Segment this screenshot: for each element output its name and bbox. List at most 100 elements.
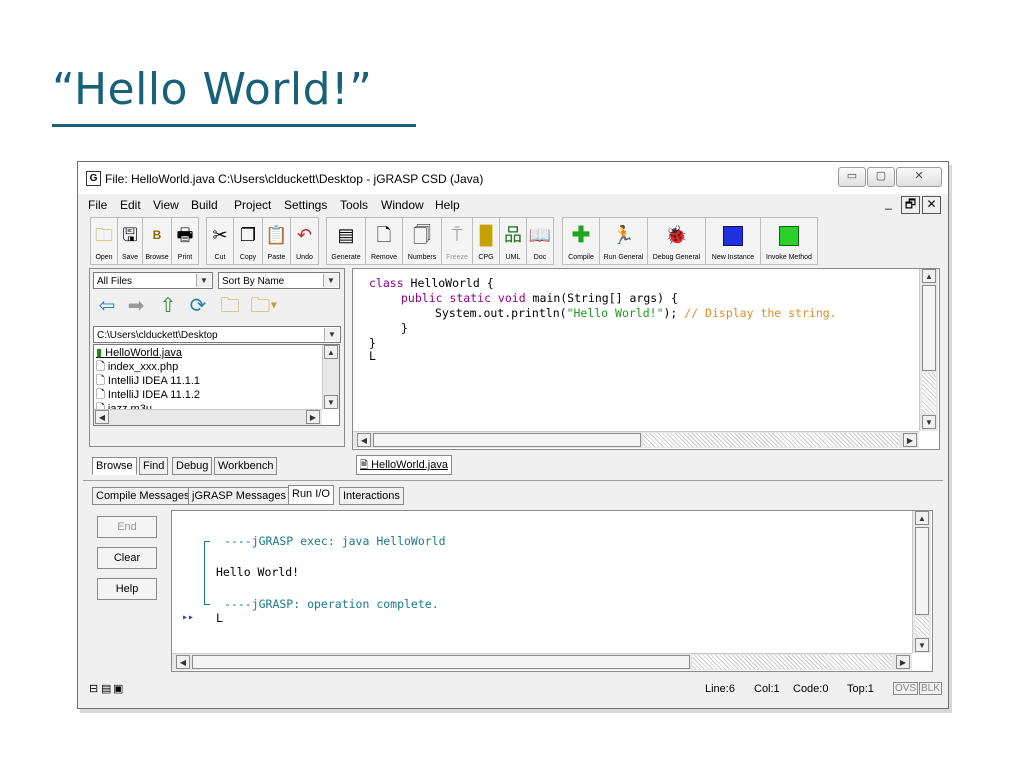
open-button[interactable]: 🗀 Open	[90, 217, 118, 265]
scroll-right-icon[interactable]: ▶	[306, 410, 320, 424]
window-title: File: HelloWorld.java C:\Users\clduckett…	[105, 172, 484, 186]
code-line: class HelloWorld {	[369, 276, 494, 290]
menu-settings[interactable]: Settings	[284, 198, 327, 212]
panel-divider[interactable]	[83, 480, 943, 483]
help-button[interactable]: Help	[97, 578, 157, 600]
title-underline	[52, 124, 416, 127]
menu-edit[interactable]: Edit	[120, 198, 141, 212]
file-icon: 🗋	[96, 361, 105, 373]
title-bar[interactable]: G File: HelloWorld.java C:\Users\clducke…	[78, 162, 948, 194]
save-button[interactable]: 🖫 Save	[117, 217, 143, 265]
cpg-button[interactable]: ▐▌ CPG	[472, 217, 500, 265]
debug-general-button[interactable]: 🐞 Debug General	[647, 217, 706, 265]
scroll-up-icon[interactable]: ▲	[324, 345, 338, 359]
browser-tabs: Browse Find Debug Workbench	[92, 457, 352, 475]
numbers-icon: 🗍	[413, 225, 431, 245]
clear-button[interactable]: Clear	[97, 547, 157, 569]
back-arrow-icon[interactable]: ⇦	[93, 293, 121, 319]
run-general-button[interactable]: 🏃 Run General	[599, 217, 648, 265]
tab-workbench[interactable]: Workbench	[214, 457, 278, 475]
scroll-left-icon[interactable]: ◀	[176, 655, 190, 669]
code-editor[interactable]: class HelloWorld { public static void ma…	[352, 268, 940, 450]
paste-button[interactable]: 📋 Paste	[262, 217, 291, 265]
compile-button[interactable]: ✚ Compile	[562, 217, 600, 265]
scroll-down-icon[interactable]: ▼	[324, 395, 338, 409]
editor-hscrollbar[interactable]: ◀ ▶	[353, 431, 919, 448]
scroll-track[interactable]	[692, 655, 892, 669]
remove-button[interactable]: 🗋 Remove	[365, 217, 403, 265]
menu-view[interactable]: View	[153, 198, 179, 212]
scroll-left-icon[interactable]: ◀	[357, 433, 371, 447]
undo-button[interactable]: ↶ Undo	[290, 217, 319, 265]
copy-icon: ❐	[239, 225, 257, 245]
scroll-up-icon[interactable]: ▲	[922, 269, 936, 283]
layout-toggle-icon[interactable]: ▣	[113, 682, 123, 695]
scroll-up-icon[interactable]: ▲	[915, 511, 929, 525]
refresh-icon[interactable]: ⟳	[184, 293, 212, 319]
freeze-button[interactable]: ⍑ Freeze	[441, 217, 473, 265]
console-line: ----jGRASP exec: java HelloWorld	[224, 534, 446, 548]
file-icon: 🗋	[96, 389, 105, 401]
console-hscrollbar[interactable]: ◀ ▶	[172, 653, 912, 670]
cut-button[interactable]: ✂ Cut	[206, 217, 234, 265]
list-item[interactable]: 🗋 IntelliJ IDEA 11.1.2	[96, 388, 200, 402]
up-folder-icon[interactable]: ⇧	[154, 293, 182, 319]
tab-debug[interactable]: Debug	[172, 457, 213, 475]
scroll-thumb[interactable]	[915, 527, 929, 615]
menu-help[interactable]: Help	[435, 198, 460, 212]
scroll-thumb[interactable]	[192, 655, 690, 669]
tab-browse[interactable]: Browse	[92, 457, 137, 475]
mdi-minimize-button[interactable]: _	[880, 196, 897, 212]
folder-icon[interactable]: 🗀	[216, 293, 244, 319]
file-list-hscrollbar[interactable]: ◀ ▶	[94, 409, 322, 425]
close-button[interactable]: ✕	[896, 167, 942, 187]
menu-project[interactable]: Project	[234, 198, 271, 212]
menu-tools[interactable]: Tools	[340, 198, 368, 212]
menu-file[interactable]: File	[88, 198, 107, 212]
invoke-method-button[interactable]: Invoke Method	[760, 217, 818, 265]
list-item[interactable]: 🗋 IntelliJ IDEA 11.1.1	[96, 374, 200, 388]
generate-button[interactable]: ▤ Generate	[326, 217, 366, 265]
minimize-button[interactable]: ▭	[838, 167, 866, 187]
sort-select[interactable]: Sort By Name ▼	[218, 272, 340, 289]
layout-toggle-icon[interactable]: ⊟	[89, 682, 98, 695]
scroll-thumb[interactable]	[373, 433, 641, 447]
chevron-down-icon: ▼	[323, 274, 338, 287]
list-item[interactable]: ▮ HelloWorld.java	[96, 346, 182, 360]
mdi-restore-button[interactable]: 🗗	[901, 196, 920, 214]
console-output[interactable]: ----jGRASP exec: java HelloWorld Hello W…	[171, 510, 933, 672]
scroll-right-icon[interactable]: ▶	[896, 655, 910, 669]
scroll-left-icon[interactable]: ◀	[95, 410, 109, 424]
tab-find[interactable]: Find	[139, 457, 169, 475]
scroll-track[interactable]	[915, 617, 929, 637]
layout-toggle-icon[interactable]: ▤	[101, 682, 111, 695]
forward-arrow-icon[interactable]: ➡	[122, 293, 150, 319]
menu-window[interactable]: Window	[381, 198, 424, 212]
mdi-close-button[interactable]: ✕	[922, 196, 941, 214]
list-item[interactable]: 🗋 index_xxx.php	[96, 360, 178, 374]
scroll-right-icon[interactable]: ▶	[903, 433, 917, 447]
path-select[interactable]: C:\Users\clduckett\Desktop ▼	[93, 326, 341, 343]
file-list-scrollbar[interactable]: ▲ ▼	[322, 345, 339, 409]
menu-build[interactable]: Build	[191, 198, 218, 212]
new-instance-button[interactable]: New Instance	[705, 217, 761, 265]
tab-helloworld-java[interactable]: 🗎 HelloWorld.java	[356, 455, 452, 475]
folder-menu-icon[interactable]: 🗀▾	[246, 293, 282, 319]
browse-button[interactable]: B Browse	[142, 217, 172, 265]
scroll-down-icon[interactable]: ▼	[922, 415, 936, 429]
maximize-button[interactable]: ▢	[867, 167, 895, 187]
scroll-thumb[interactable]	[922, 285, 936, 371]
editor-vscrollbar[interactable]: ▲ ▼	[919, 269, 938, 431]
numbers-button[interactable]: 🗍 Numbers	[402, 217, 442, 265]
scroll-down-icon[interactable]: ▼	[915, 638, 929, 652]
scroll-track[interactable]	[643, 433, 899, 447]
doc-button[interactable]: 📖 Doc	[526, 217, 554, 265]
scroll-track[interactable]	[922, 373, 936, 413]
uml-button[interactable]: 品 UML	[499, 217, 527, 265]
copy-button[interactable]: ❐ Copy	[233, 217, 263, 265]
console-vscrollbar[interactable]: ▲ ▼	[912, 511, 931, 653]
end-button[interactable]: End	[97, 516, 157, 538]
file-filter-select[interactable]: All Files ▼	[93, 272, 213, 289]
bug-icon: 🐞	[665, 225, 688, 245]
print-button[interactable]: 🖶 Print	[171, 217, 199, 265]
